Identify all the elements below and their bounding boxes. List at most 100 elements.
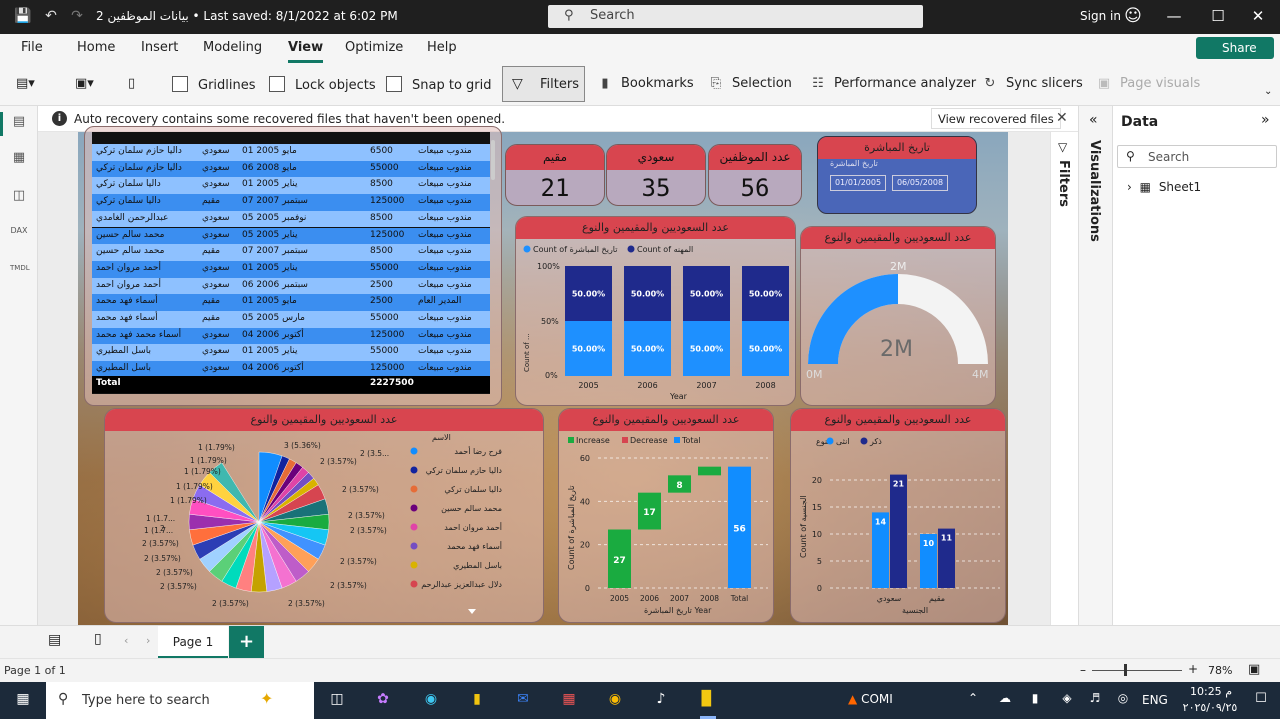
menu-modeling[interactable]: Modeling <box>203 40 262 55</box>
edge-icon[interactable]: ◉ <box>420 691 442 713</box>
table-row[interactable]: محمد سالم حسين مقيم سبتمبر 2007 07 8500 مندو… <box>92 244 490 261</box>
tray-chevron-icon[interactable]: ⌃ <box>962 691 984 713</box>
table-row[interactable]: عبدالرحمن الغامدي سعودي نوفمبر 2005 05 8500… <box>92 210 490 228</box>
zoom-slider-thumb[interactable] <box>1124 664 1127 676</box>
menu-file[interactable]: File <box>21 40 43 55</box>
visualizations-pane-collapsed[interactable]: « Visualizations <box>1078 106 1112 658</box>
zoom-out-button[interactable]: – <box>1080 663 1086 677</box>
taskbar-search[interactable]: ⚲ Type here to search ✦ <box>46 682 314 719</box>
wifi-icon[interactable]: ◈ <box>1056 691 1078 713</box>
table-view-icon[interactable]: ▦ <box>10 150 28 168</box>
zoom-in-button[interactable]: + <box>1188 662 1198 676</box>
add-page-button[interactable]: + <box>229 626 264 659</box>
themes-icon[interactable]: ▤▾ <box>16 76 35 91</box>
menu-optimize[interactable]: Optimize <box>345 40 403 55</box>
filters-button[interactable]: ▽ Filters <box>502 66 585 102</box>
report-view-icon[interactable]: ▤ <box>10 114 28 132</box>
volume-icon[interactable]: ♬ <box>1084 691 1106 713</box>
dax-query-icon[interactable]: DAX <box>10 226 28 244</box>
sign-in-link[interactable]: Sign in <box>1080 9 1121 23</box>
table-row[interactable]: أسماء محمد فهد محمد سعودي أكتوبر 2006 04 12… <box>92 327 490 345</box>
date-to-input[interactable]: 06/05/2008 <box>892 175 948 191</box>
kpi-card-employees[interactable]: عدد الموظفين 56 <box>708 144 802 206</box>
bookmarks-button[interactable]: ▮ Bookmarks <box>597 76 693 91</box>
table-row[interactable]: أحمد مروان احمد سعودي يناير 2005 01 55000 من… <box>92 260 490 278</box>
gridlines-checkbox[interactable]: Gridlines <box>172 76 256 93</box>
menu-help[interactable]: Help <box>427 40 457 55</box>
tmdl-view-icon[interactable]: TMDL <box>10 264 30 282</box>
data-search-input[interactable]: ⚲ Search <box>1117 145 1277 168</box>
redo-icon[interactable]: ↷ <box>68 8 86 26</box>
document-title[interactable]: بيانات الموظفين 2 • Last saved: 8/1/2022… <box>96 9 398 23</box>
menu-home[interactable]: Home <box>77 40 115 55</box>
kpi-card-resident[interactable]: مقيم 21 <box>505 144 605 206</box>
close-icon[interactable]: ✕ <box>1056 110 1068 126</box>
close-button[interactable]: ✕ <box>1248 7 1268 25</box>
desktop-view-icon[interactable]: ▤ <box>48 632 61 648</box>
copilot-icon[interactable]: ✿ <box>372 691 394 713</box>
search-box[interactable]: ⚲ Search <box>548 5 923 28</box>
notification-icon[interactable]: ☐ <box>1250 691 1272 713</box>
maximize-button[interactable]: ☐ <box>1208 7 1228 25</box>
page-view-icon[interactable]: ▣▾ <box>75 76 94 91</box>
table-row[interactable]: محمد سالم حسين سعودي يناير 2005 05 125000 من… <box>92 227 490 245</box>
clock-time[interactable]: 10:25 م <box>1183 685 1239 698</box>
table-row[interactable]: داليا سلمان تركي سعودي يناير 2005 01 8500 من… <box>92 177 490 195</box>
prev-page-icon[interactable]: ‹ <box>124 634 128 647</box>
ribbon-expand-icon[interactable]: ⌄ <box>1264 86 1272 97</box>
store-icon[interactable]: ▦ <box>558 691 580 713</box>
table-row[interactable]: أحمد مروان احمد سعودي سبتمبر 2006 06 2500 من… <box>92 277 490 295</box>
table-row[interactable]: داليا حازم سلمان تركي سعودي مايو 2005 01 65… <box>92 144 490 161</box>
collapse-right-icon[interactable]: » <box>1261 112 1270 128</box>
windows-start-icon[interactable]: ▦ <box>12 691 34 713</box>
snap-grid-checkbox[interactable]: Snap to grid <box>386 76 492 93</box>
location-icon[interactable]: ◎ <box>1112 691 1134 713</box>
table-row[interactable]: داليا سلمان تركي مقيم سبتمبر 2007 07 125000… <box>92 194 490 211</box>
tiktok-icon[interactable]: ♪ <box>650 691 672 713</box>
selection-button[interactable]: ⎘ Selection <box>708 76 792 91</box>
view-recovered-files-button[interactable]: View recovered files <box>931 108 1061 129</box>
next-page-icon[interactable]: › <box>146 634 150 647</box>
powerbi-icon[interactable]: ▉ <box>696 691 718 713</box>
pie-chart[interactable]: 1 (1.79%) 1 (1.79%) 1 (1.79%) 1 (1.79%) 1 (1… <box>104 430 544 623</box>
date-from-input[interactable]: 01/01/2005 <box>830 175 886 191</box>
page-visuals-button[interactable]: ▣ Page visuals <box>1096 76 1200 91</box>
stacked-column-chart[interactable]: Count of تاريخ المباشرة Count of المهنه 10… <box>515 238 796 406</box>
table-row[interactable]: داليا حازم سلمان تركي سعودي مايو 2008 06 55… <box>92 160 490 178</box>
employees-table[interactable]: داليا حازم سلمان تركي سعودي مايو 2005 01 65… <box>92 132 490 394</box>
fit-page-icon[interactable]: ▣ <box>1248 662 1260 677</box>
performance-analyzer-button[interactable]: ☷ Performance analyzer <box>810 76 976 91</box>
clock-date[interactable]: ٢٠٢٥/٠٩/٢٥ <box>1175 701 1245 714</box>
filters-pane-collapsed[interactable]: ▽ Filters <box>1050 132 1078 625</box>
share-button[interactable]: Share <box>1196 37 1274 59</box>
table-sheet1[interactable]: › ▦ Sheet1 <box>1127 180 1201 194</box>
lock-objects-checkbox[interactable]: Lock objects <box>269 76 376 93</box>
undo-icon[interactable]: ↶ <box>42 8 60 26</box>
account-icon[interactable]: ☺ <box>1124 6 1142 26</box>
table-row[interactable]: أسماء فهد محمد مقيم مايو 2005 01 2500 المدير… <box>92 294 490 311</box>
tab-page-1[interactable]: Page 1 <box>158 626 228 659</box>
waterfall-chart[interactable]: Increase Decrease Total 0 20 40 60 Count of تار… <box>558 430 774 623</box>
table-row[interactable]: أسماء فهد محمد مقيم مارس 2005 05 55000 مندوب… <box>92 311 490 328</box>
file-explorer-icon[interactable]: ▮ <box>466 691 488 713</box>
mobile-layout-icon[interactable]: ▯ <box>128 76 135 91</box>
tray-app[interactable]: ▲ COMI <box>848 692 893 706</box>
sync-slicers-button[interactable]: ↻ Sync slicers <box>982 76 1083 91</box>
kpi-card-saudi[interactable]: سعودي 35 <box>606 144 706 206</box>
save-icon[interactable]: 💾 <box>14 8 32 26</box>
cloud-icon[interactable]: ☁ <box>994 691 1016 713</box>
table-scrollbar[interactable] <box>491 140 495 180</box>
zoom-slider[interactable] <box>1092 670 1182 671</box>
chrome-icon[interactable]: ◉ <box>604 691 626 713</box>
mobile-view-icon[interactable]: ▯ <box>94 631 102 647</box>
table-row[interactable]: باسل المطيري سعودي يناير 2005 01 55000 مندوب… <box>92 344 490 362</box>
menu-view[interactable]: View <box>288 40 324 63</box>
battery-icon[interactable]: ▮ <box>1024 691 1046 713</box>
date-slicer[interactable]: تاريخ المباشرة تاريخ المباشرة 01/01/2005… <box>817 136 977 214</box>
clustered-column-chart[interactable]: النوع انثى ذكر05101520Count of الجنسية1421… <box>790 430 1006 623</box>
model-view-icon[interactable]: ◫ <box>10 188 28 206</box>
gauge-chart[interactable]: 2M 2M 0M 4M <box>800 248 996 406</box>
expand-left-icon[interactable]: « <box>1089 112 1098 128</box>
minimize-button[interactable]: — <box>1164 7 1184 25</box>
outlook-icon[interactable]: ✉ <box>512 691 534 713</box>
